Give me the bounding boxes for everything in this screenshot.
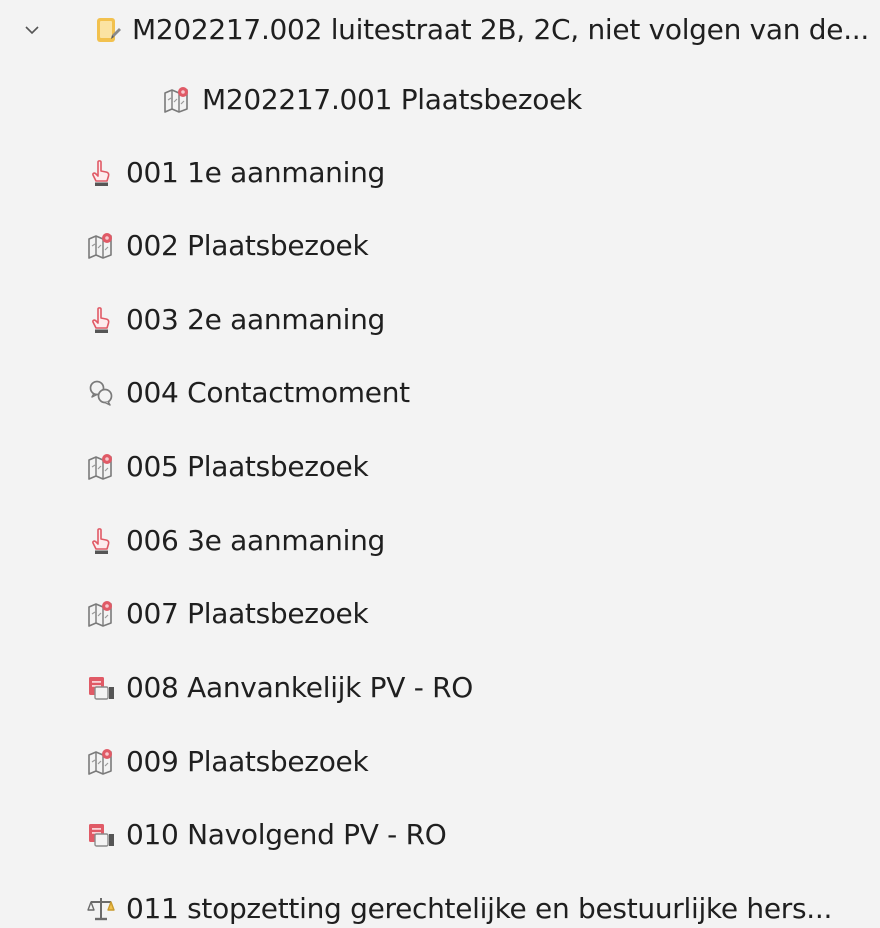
- map-pin-icon: [86, 747, 116, 777]
- tree-node-label: M202217.001 Plaatsbezoek: [202, 83, 582, 116]
- hand-pointer-icon: [86, 526, 116, 556]
- tree-item-label: 011 stopzetting gerechtelijke en bestuur…: [126, 892, 833, 925]
- tree-item-label: 004 Contactmoment: [126, 376, 410, 409]
- map-pin-icon: [86, 452, 116, 482]
- tree-node-label: M202217.002 luitestraat 2B, 2C, niet vol…: [132, 13, 869, 46]
- hand-pointer-icon: [86, 158, 116, 188]
- map-pin-icon: [86, 599, 116, 629]
- tree-item[interactable]: 004 Contactmoment: [0, 363, 880, 423]
- report-stamp-icon: [86, 820, 116, 850]
- tree-item[interactable]: 001 1e aanmaning: [0, 143, 880, 203]
- tree-item-label: 006 3e aanmaning: [126, 524, 386, 557]
- tree-item-label: 002 Plaatsbezoek: [126, 229, 369, 262]
- tree-item[interactable]: 007 Plaatsbezoek: [0, 584, 880, 644]
- report-stamp-icon: [86, 673, 116, 703]
- tree-item[interactable]: 010 Navolgend PV - RO: [0, 805, 880, 865]
- tree-item-label: 005 Plaatsbezoek: [126, 450, 369, 483]
- folder-note-icon: [92, 15, 122, 45]
- tree-item[interactable]: 002 Plaatsbezoek: [0, 216, 880, 276]
- tree-view: M202217.002 luitestraat 2B, 2C, niet vol…: [0, 0, 880, 928]
- tree-node-child[interactable]: M202217.001 Plaatsbezoek: [0, 70, 880, 130]
- tree-item-label: 007 Plaatsbezoek: [126, 597, 369, 630]
- tree-item[interactable]: 005 Plaatsbezoek: [0, 437, 880, 497]
- tree-item-label: 001 1e aanmaning: [126, 156, 386, 189]
- tree-item[interactable]: 009 Plaatsbezoek: [0, 732, 880, 792]
- tree-item[interactable]: 011 stopzetting gerechtelijke en bestuur…: [0, 879, 880, 928]
- tree-item[interactable]: 008 Aanvankelijk PV - RO: [0, 658, 880, 718]
- map-pin-icon: [162, 85, 192, 115]
- tree-item-label: 010 Navolgend PV - RO: [126, 818, 447, 851]
- hand-pointer-icon: [86, 305, 116, 335]
- tree-item-label: 009 Plaatsbezoek: [126, 745, 369, 778]
- tree-item-label: 008 Aanvankelijk PV - RO: [126, 671, 474, 704]
- tree-item[interactable]: 006 3e aanmaning: [0, 511, 880, 571]
- map-pin-icon: [86, 231, 116, 261]
- tree-node-root[interactable]: M202217.002 luitestraat 2B, 2C, niet vol…: [0, 0, 880, 60]
- chevron-down-icon[interactable]: [22, 20, 42, 40]
- chat-bubbles-icon: [86, 378, 116, 408]
- tree-item[interactable]: 003 2e aanmaning: [0, 290, 880, 350]
- scales-icon: [86, 894, 116, 924]
- tree-item-label: 003 2e aanmaning: [126, 303, 386, 336]
